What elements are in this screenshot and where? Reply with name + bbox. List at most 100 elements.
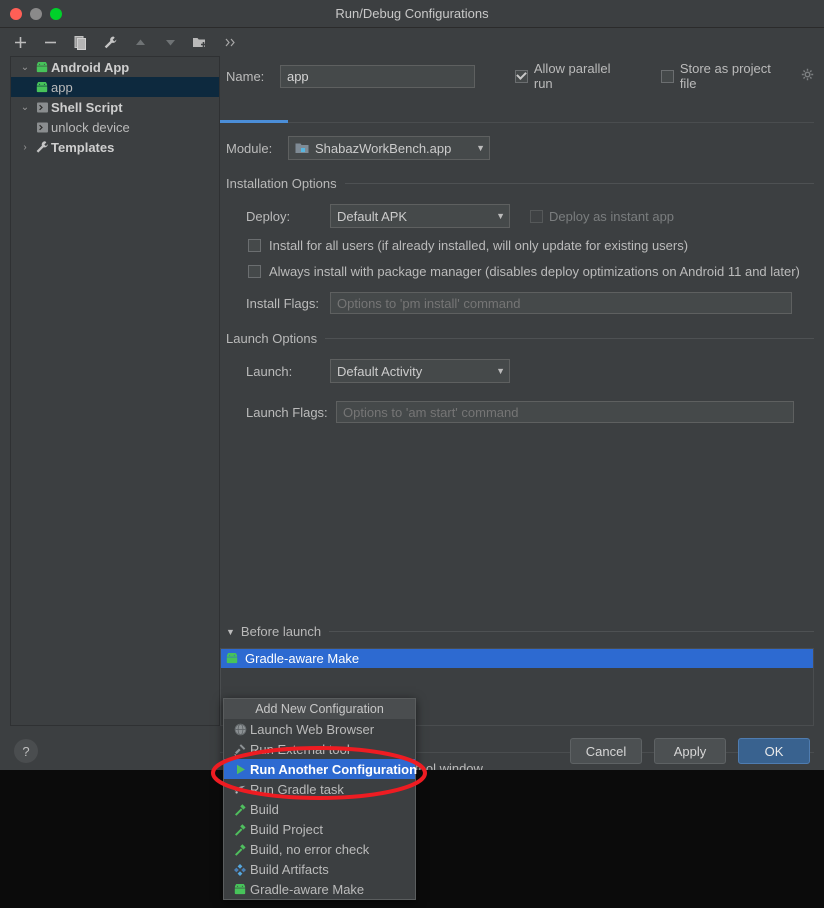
before-launch-header[interactable]: ▼ Before launch <box>226 624 814 639</box>
install-flags-input[interactable] <box>330 292 792 314</box>
name-input[interactable] <box>279 64 475 88</box>
chevron-down-icon[interactable]: ⌄ <box>17 62 33 73</box>
menu-item-label: Run Gradle task <box>250 781 344 797</box>
deploy-as-instant-app-checkbox: Deploy as instant app <box>530 209 674 224</box>
always-install-package-manager-label: Always install with package manager (dis… <box>269 264 800 279</box>
gradle-icon <box>230 783 250 796</box>
divider-line <box>329 631 814 632</box>
launch-options-title: Launch Options <box>226 331 318 346</box>
installation-options-header: Installation Options <box>226 176 814 191</box>
before-launch-task-label: Gradle-aware Make <box>245 651 360 666</box>
menu-item-label: Launch Web Browser <box>250 721 375 737</box>
store-as-project-file-checkbox[interactable]: Store as project file <box>660 61 814 91</box>
menu-item-label: Gradle-aware Make <box>250 881 365 897</box>
menu-item-label: Build Artifacts <box>250 861 329 877</box>
launch-flags-row: Launch Flags: <box>246 401 808 423</box>
launch-label: Launch: <box>246 363 293 379</box>
menu-item-gradle-aware-make[interactable]: Gradle-aware Make <box>224 879 415 899</box>
tree-item-shell-script[interactable]: ⌄ Shell Script <box>11 97 219 117</box>
menu-item-build-no-error-check[interactable]: Build, no error check <box>224 839 415 859</box>
deploy-row: Deploy: Default APK ▼ Deploy as instant … <box>246 204 674 228</box>
apply-button[interactable]: Apply <box>654 738 726 764</box>
general-tab-indicator <box>220 120 288 123</box>
checkbox-box[interactable] <box>248 239 261 252</box>
move-up-icon[interactable] <box>132 34 148 50</box>
overflow-icon[interactable] <box>222 34 238 50</box>
tree-item-app[interactable]: app <box>11 77 219 97</box>
menu-title: Add New Configuration <box>224 699 415 719</box>
menu-item-build-artifacts[interactable]: Build Artifacts <box>224 859 415 879</box>
name-label: Name: <box>226 68 265 84</box>
configuration-editor: Name: Allow parallel run Store as projec… <box>220 56 824 770</box>
run-play-icon <box>230 763 250 776</box>
menu-item-build-project[interactable]: Build Project <box>224 819 415 839</box>
android-icon <box>225 653 239 664</box>
store-as-project-file-label: Store as project file <box>679 61 771 91</box>
menu-item-label: Build, no error check <box>250 841 370 857</box>
android-icon <box>33 81 51 93</box>
launch-flags-input[interactable] <box>336 401 794 423</box>
installation-options-title: Installation Options <box>226 176 337 191</box>
tree-item-label: Templates <box>51 139 115 155</box>
launch-options-header: Launch Options <box>226 331 814 346</box>
module-label: Module: <box>226 140 273 156</box>
before-launch-task-row[interactable]: Gradle-aware Make <box>221 649 813 668</box>
menu-item-label: Build <box>250 801 279 817</box>
module-dropdown[interactable]: ShabazWorkBench.app ▼ <box>288 136 490 160</box>
menu-item-label: Build Project <box>250 821 323 837</box>
gear-icon[interactable] <box>801 68 814 84</box>
install-for-all-users-checkbox[interactable]: Install for all users (if already instal… <box>248 238 688 253</box>
shell-script-icon <box>33 121 51 134</box>
tree-item-label: app <box>51 79 73 95</box>
tree-item-templates[interactable]: › Templates <box>11 137 219 157</box>
edit-templates-icon[interactable] <box>102 34 118 50</box>
always-install-package-manager-checkbox[interactable]: Always install with package manager (dis… <box>248 264 800 279</box>
checkbox-box <box>530 209 543 223</box>
ok-button[interactable]: OK <box>738 738 810 764</box>
window-titlebar: Run/Debug Configurations <box>0 0 824 28</box>
menu-item-build[interactable]: Build <box>224 799 415 819</box>
tree-item-unlock-device[interactable]: unlock device <box>11 117 219 137</box>
deploy-label: Deploy: <box>246 208 291 224</box>
launch-value: Default Activity <box>337 363 423 379</box>
menu-item-run-external-tool[interactable]: Run External tool <box>224 739 415 759</box>
menu-item-run-another-configuration[interactable]: Run Another Configuration <box>224 759 418 779</box>
checkbox-box[interactable] <box>660 69 674 83</box>
add-icon[interactable] <box>12 34 28 50</box>
menu-item-run-gradle-task[interactable]: Run Gradle task <box>224 779 415 799</box>
collapse-triangle-icon[interactable]: ▼ <box>226 627 235 637</box>
add-new-configuration-menu[interactable]: Add New Configuration Launch Web Browser… <box>223 698 418 900</box>
android-icon <box>33 61 51 73</box>
external-tool-icon <box>230 743 250 756</box>
tree-item-label: Android App <box>51 59 130 75</box>
checkbox-box[interactable] <box>248 265 261 278</box>
menu-item-launch-web-browser[interactable]: Launch Web Browser <box>224 719 415 739</box>
module-value: ShabazWorkBench.app <box>315 140 452 156</box>
chevron-down-icon[interactable]: ▼ <box>466 143 485 153</box>
move-down-icon[interactable] <box>162 34 178 50</box>
chevron-right-icon[interactable]: › <box>17 142 33 153</box>
launch-dropdown[interactable]: Default Activity ▼ <box>330 359 510 383</box>
remove-icon[interactable] <box>42 34 58 50</box>
allow-parallel-run-checkbox[interactable]: Allow parallel run <box>514 61 633 91</box>
divider-line <box>325 338 814 339</box>
move-into-folder-icon[interactable] <box>192 34 208 50</box>
tree-item-label: unlock device <box>51 119 130 135</box>
tab-underline-track <box>220 122 814 123</box>
tree-item-android-app[interactable]: ⌄ Android App <box>11 57 219 77</box>
divider-line <box>344 183 814 184</box>
install-flags-label: Install Flags: <box>246 295 319 311</box>
cancel-button[interactable]: Cancel <box>570 738 642 764</box>
checkbox-box[interactable] <box>514 69 528 83</box>
menu-item-label: Run External tool <box>250 741 350 757</box>
copy-configuration-icon[interactable] <box>72 34 88 50</box>
menu-item-label: Run Another Configuration <box>250 761 418 777</box>
chevron-down-icon[interactable]: ▼ <box>486 366 505 376</box>
deploy-dropdown[interactable]: Default APK ▼ <box>330 204 510 228</box>
hammer-icon <box>230 823 250 836</box>
launch-row: Launch: Default Activity ▼ <box>246 359 510 383</box>
chevron-down-icon[interactable]: ⌄ <box>17 102 33 113</box>
help-button[interactable]: ? <box>14 739 38 763</box>
configurations-tree[interactable]: ⌄ Android App app ⌄ Shell Script unlock … <box>10 56 220 726</box>
chevron-down-icon[interactable]: ▼ <box>486 211 505 221</box>
